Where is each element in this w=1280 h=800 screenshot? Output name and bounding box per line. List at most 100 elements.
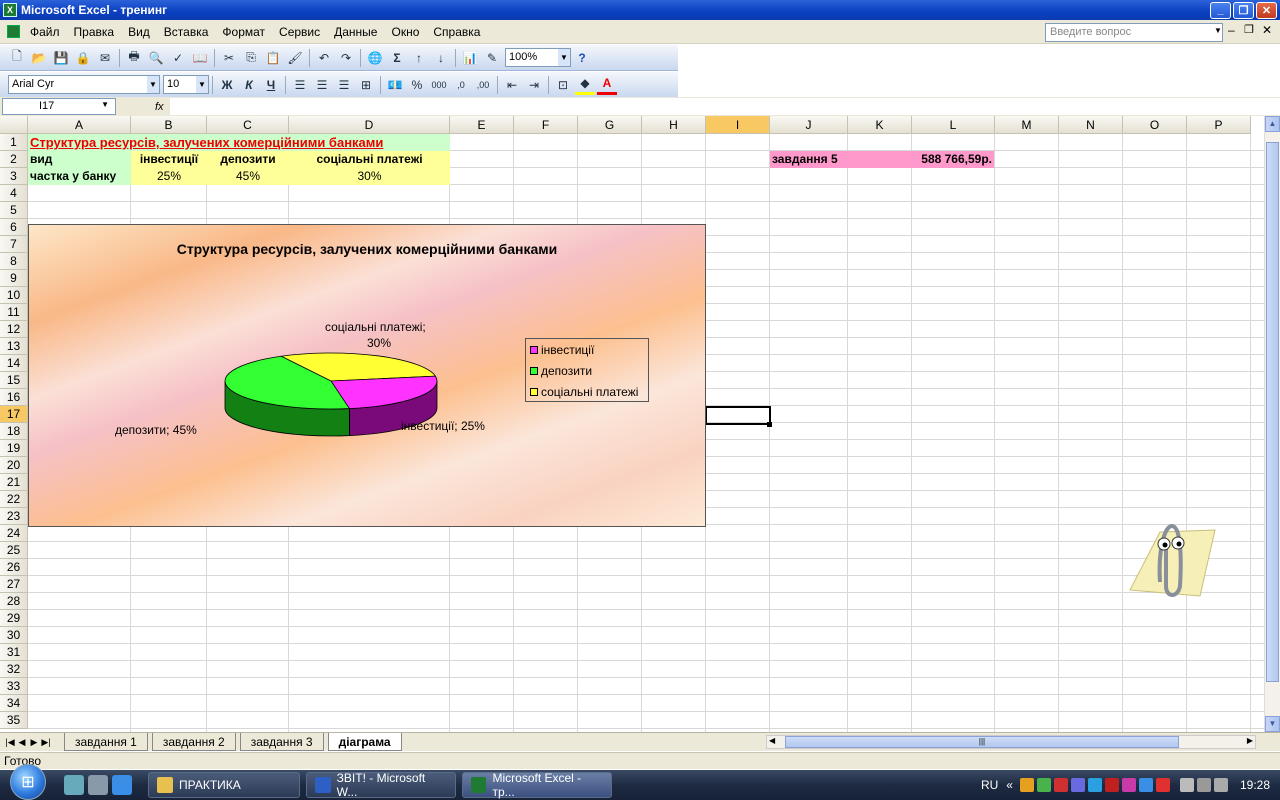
tray-expand-icon[interactable]: « bbox=[1006, 778, 1013, 792]
name-box[interactable]: I17 ▼ bbox=[2, 98, 116, 115]
row-header-24[interactable]: 24 bbox=[0, 525, 28, 542]
chevron-down-icon[interactable]: ▼ bbox=[196, 76, 208, 93]
row-header-19[interactable]: 19 bbox=[0, 440, 28, 457]
column-header-k[interactable]: K bbox=[848, 116, 912, 134]
worksheet-grid[interactable]: ABCDEFGHIJKLMNOP 1 2 3 4 5 6 7 8 9 10 11 12 13 14 15 16… bbox=[0, 116, 1264, 732]
menu-window[interactable]: Окно bbox=[384, 20, 426, 44]
bold-button[interactable]: Ж bbox=[217, 75, 237, 95]
row-header-15[interactable]: 15 bbox=[0, 372, 28, 389]
paste-icon[interactable]: 📋 bbox=[263, 48, 283, 68]
row-header-8[interactable]: 8 bbox=[0, 253, 28, 270]
spelling-icon[interactable]: ✓ bbox=[168, 48, 188, 68]
row-header-21[interactable]: 21 bbox=[0, 474, 28, 491]
column-header-n[interactable]: N bbox=[1059, 116, 1123, 134]
row-header-1[interactable]: 1 bbox=[0, 134, 28, 151]
align-center-icon[interactable]: ☰ bbox=[312, 75, 332, 95]
start-button[interactable]: ⊞ bbox=[10, 764, 46, 800]
doc-minimize-button[interactable]: – bbox=[1228, 23, 1235, 37]
office-assistant-clippy[interactable] bbox=[1120, 512, 1220, 604]
thousands-icon[interactable]: 000 bbox=[429, 75, 449, 95]
row-header-30[interactable]: 30 bbox=[0, 627, 28, 644]
cell-c3[interactable]: 45% bbox=[207, 168, 289, 185]
row-header-6[interactable]: 6 bbox=[0, 219, 28, 236]
fx-icon[interactable]: fx bbox=[155, 101, 164, 113]
decrease-indent-icon[interactable]: ⇤ bbox=[502, 75, 522, 95]
permission-icon[interactable]: 🔒 bbox=[73, 48, 93, 68]
menu-data[interactable]: Данные bbox=[327, 20, 384, 44]
row-header-4[interactable]: 4 bbox=[0, 185, 28, 202]
vertical-scrollbar[interactable]: ▲ ▼ bbox=[1264, 116, 1280, 732]
switch-windows-icon[interactable] bbox=[88, 775, 108, 795]
column-header-c[interactable]: C bbox=[207, 116, 289, 134]
autosum-icon[interactable]: Σ bbox=[387, 48, 407, 68]
column-header-d[interactable]: D bbox=[289, 116, 450, 134]
scroll-left-icon[interactable]: ◀ bbox=[769, 736, 775, 745]
tab-sheet-2[interactable]: завдання 2 bbox=[151, 733, 236, 751]
cut-icon[interactable]: ✂ bbox=[219, 48, 239, 68]
tab-sheet-1[interactable]: завдання 1 bbox=[64, 733, 148, 751]
cell-d3[interactable]: 30% bbox=[289, 168, 450, 185]
column-header-p[interactable]: P bbox=[1187, 116, 1251, 134]
minimize-button[interactable]: _ bbox=[1210, 1, 1231, 19]
new-icon[interactable]: 🗋 bbox=[7, 48, 27, 68]
column-header-g[interactable]: G bbox=[578, 116, 642, 134]
column-header-f[interactable]: F bbox=[514, 116, 578, 134]
percent-icon[interactable]: % bbox=[407, 75, 427, 95]
research-icon[interactable]: 📖 bbox=[190, 48, 210, 68]
row-header-34[interactable]: 34 bbox=[0, 695, 28, 712]
print-preview-icon[interactable]: 🔍 bbox=[146, 48, 166, 68]
first-sheet-icon[interactable]: |◀ bbox=[4, 737, 16, 748]
row-header-29[interactable]: 29 bbox=[0, 610, 28, 627]
tray-app-icon[interactable] bbox=[1121, 778, 1136, 792]
italic-button[interactable]: К bbox=[239, 75, 259, 95]
row-header-3[interactable]: 3 bbox=[0, 168, 28, 185]
row-header-27[interactable]: 27 bbox=[0, 576, 28, 593]
column-header-b[interactable]: B bbox=[131, 116, 207, 134]
increase-indent-icon[interactable]: ⇥ bbox=[524, 75, 544, 95]
tab-chart[interactable]: діаграма bbox=[327, 733, 402, 751]
taskbar-app-word[interactable]: ЗВІТ! - Microsoft W... bbox=[306, 771, 456, 799]
scroll-down-icon[interactable]: ▼ bbox=[1265, 716, 1280, 732]
doc-restore-button[interactable]: ❐ bbox=[1244, 23, 1254, 36]
row-header-17[interactable]: 17 bbox=[0, 406, 28, 423]
taskbar-app-folder[interactable]: ПРАКТИКА bbox=[148, 772, 300, 798]
email-icon[interactable]: ✉ bbox=[95, 48, 115, 68]
taskbar-app-excel[interactable]: Microsoft Excel - тр... bbox=[462, 771, 612, 799]
format-painter-icon[interactable]: 🖌 bbox=[285, 48, 305, 68]
copy-icon[interactable]: ⎘ bbox=[241, 48, 261, 68]
row-header-12[interactable]: 12 bbox=[0, 321, 28, 338]
menu-file[interactable]: Файл bbox=[23, 20, 67, 44]
formula-input[interactable] bbox=[170, 98, 1280, 115]
column-header-h[interactable]: H bbox=[642, 116, 706, 134]
cell-c2[interactable]: депозити bbox=[207, 151, 289, 168]
vertical-scroll-thumb[interactable] bbox=[1266, 142, 1279, 682]
menu-insert[interactable]: Вставка bbox=[157, 20, 216, 44]
tab-sheet-3[interactable]: завдання 3 bbox=[239, 733, 324, 751]
row-header-26[interactable]: 26 bbox=[0, 559, 28, 576]
cell-l2[interactable]: 588 766,59р. bbox=[911, 151, 994, 168]
select-all-corner[interactable] bbox=[0, 116, 28, 134]
row-header-31[interactable]: 31 bbox=[0, 644, 28, 661]
menu-format[interactable]: Формат bbox=[215, 20, 272, 44]
sort-ascending-icon[interactable]: ↑ bbox=[409, 48, 429, 68]
tray-app-icon[interactable] bbox=[1019, 778, 1034, 792]
cell-b3[interactable]: 25% bbox=[131, 168, 207, 185]
tray-app-icon[interactable] bbox=[1155, 778, 1170, 792]
open-icon[interactable]: 📂 bbox=[29, 48, 49, 68]
horizontal-scroll-thumb[interactable]: ||| bbox=[785, 736, 1179, 748]
column-header-e[interactable]: E bbox=[450, 116, 514, 134]
row-header-13[interactable]: 13 bbox=[0, 338, 28, 355]
row-header-33[interactable]: 33 bbox=[0, 678, 28, 695]
align-right-icon[interactable]: ☰ bbox=[334, 75, 354, 95]
row-header-10[interactable]: 10 bbox=[0, 287, 28, 304]
clock[interactable]: 19:28 bbox=[1240, 778, 1270, 792]
cell-d2[interactable]: соціальні платежі bbox=[289, 151, 450, 168]
column-header-l[interactable]: L bbox=[912, 116, 995, 134]
row-header-35[interactable]: 35 bbox=[0, 712, 28, 729]
doc-close-button[interactable]: ✕ bbox=[1262, 23, 1272, 37]
help-icon[interactable]: ? bbox=[572, 48, 592, 68]
ask-dropdown-icon[interactable]: ▼ bbox=[1214, 26, 1222, 35]
cell-a3[interactable]: частка у банку bbox=[28, 168, 131, 185]
row-header-20[interactable]: 20 bbox=[0, 457, 28, 474]
column-header-j[interactable]: J bbox=[770, 116, 848, 134]
